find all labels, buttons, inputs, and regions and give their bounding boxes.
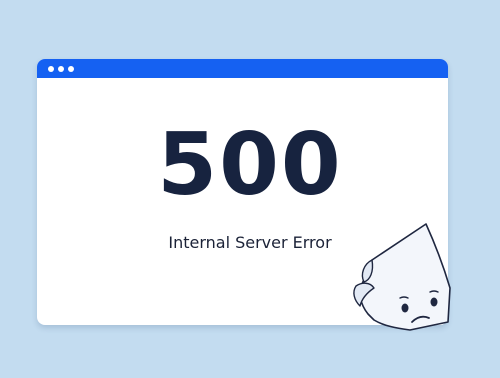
error-code: 500	[157, 115, 343, 215]
sad-page-icon	[353, 223, 451, 331]
window-dot-icon	[58, 66, 64, 72]
window-dot-icon	[48, 66, 54, 72]
window-dot-icon	[68, 66, 74, 72]
title-bar	[37, 59, 448, 78]
